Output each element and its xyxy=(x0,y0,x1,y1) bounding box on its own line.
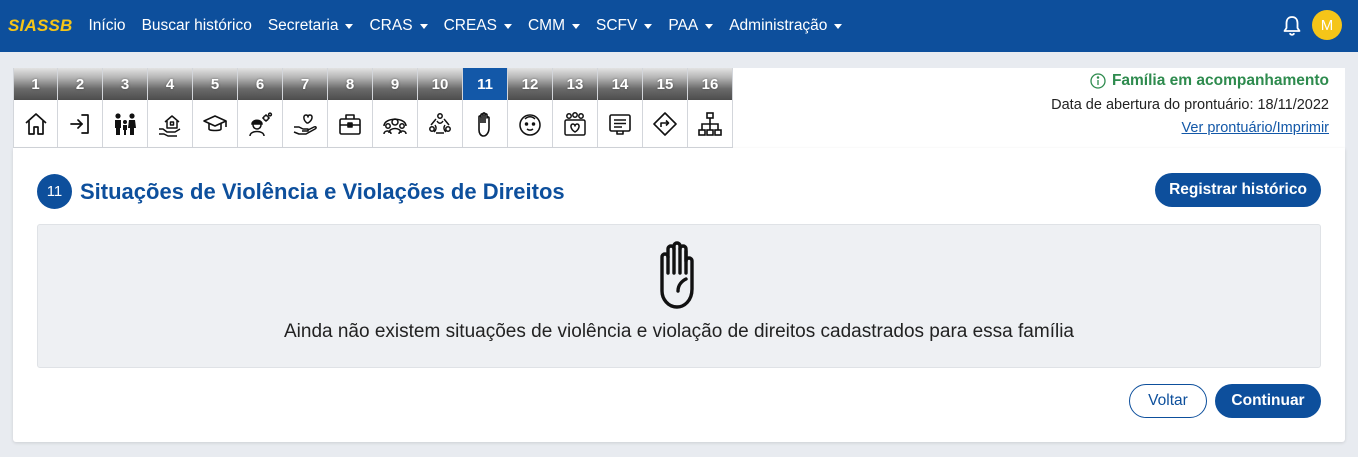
house-hand-icon xyxy=(148,100,192,148)
caret-down-icon xyxy=(419,24,428,29)
opening-date: Data de abertura do prontuário: 18/11/20… xyxy=(1051,97,1329,113)
step-tab-16[interactable]: 16 xyxy=(688,68,733,148)
empty-message: Ainda não existem situações de violência… xyxy=(283,321,1074,342)
login-icon xyxy=(58,100,102,148)
step-tab-8[interactable]: 8 xyxy=(328,68,373,148)
org-chart-icon xyxy=(688,100,732,148)
stop-hand-icon xyxy=(463,100,507,148)
register-history-button[interactable]: Registrar histórico xyxy=(1155,173,1321,207)
record-status: Família em acompanhamento Data de abertu… xyxy=(1051,72,1329,136)
nav-scfv[interactable]: SCFV xyxy=(596,17,653,35)
section-card: 11 Situações de Violência e Violações de… xyxy=(13,148,1345,442)
nav-label: PAA xyxy=(668,17,699,34)
step-number: 9 xyxy=(373,68,417,100)
step-number: 4 xyxy=(148,68,192,100)
child-face-icon xyxy=(508,100,552,148)
back-button[interactable]: Voltar xyxy=(1129,384,1207,418)
document-list-icon xyxy=(598,100,642,148)
step-tab-13[interactable]: 13 xyxy=(553,68,598,148)
caret-down-icon xyxy=(345,24,354,29)
step-tab-10[interactable]: 10 xyxy=(418,68,463,148)
top-navbar: SIASSB Início Buscar histórico Secretari… xyxy=(0,0,1358,52)
step-number: 2 xyxy=(58,68,102,100)
nav-label: CRAS xyxy=(369,17,413,34)
family-status: Família em acompanhamento xyxy=(1051,72,1329,90)
section-header: 11 Situações de Violência e Violações de… xyxy=(37,174,565,209)
caret-down-icon xyxy=(572,24,580,29)
caret-down-icon xyxy=(705,24,714,29)
nav-cras[interactable]: CRAS xyxy=(369,17,428,35)
heart-people-icon xyxy=(553,100,597,148)
nav-label: Secretaria xyxy=(267,17,339,34)
bell-icon[interactable] xyxy=(1282,13,1302,37)
step-number: 8 xyxy=(328,68,372,100)
nav-inicio[interactable]: Início xyxy=(89,17,126,35)
nav-secretaria[interactable]: Secretaria xyxy=(268,17,354,35)
family-icon xyxy=(103,100,147,148)
nav-label: Buscar histórico xyxy=(141,17,252,34)
briefcase-icon xyxy=(328,100,372,148)
step-tab-3[interactable]: 3 xyxy=(103,68,148,148)
step-tab-9[interactable]: 9 xyxy=(373,68,418,148)
step-number: 1 xyxy=(14,68,57,100)
step-number: 11 xyxy=(463,68,507,100)
page-title: Situações de Violência e Violações de Di… xyxy=(80,178,565,204)
recycle-people-icon xyxy=(418,100,462,148)
step-tab-6[interactable]: 6 xyxy=(238,68,283,148)
home-icon xyxy=(14,100,57,148)
step-tab-15[interactable]: 15 xyxy=(643,68,688,148)
step-number: 3 xyxy=(103,68,147,100)
step-tab-14[interactable]: 14 xyxy=(598,68,643,148)
empty-state: Ainda não existem situações de violência… xyxy=(37,224,1321,368)
family-status-label: Família em acompanhamento xyxy=(1111,72,1329,89)
people-group-icon xyxy=(373,100,417,148)
caret-down-icon xyxy=(503,24,512,29)
continue-button[interactable]: Continuar xyxy=(1215,384,1321,418)
nav-label: Administração xyxy=(729,17,828,34)
section-number-badge: 11 xyxy=(37,174,72,209)
nav-paa[interactable]: PAA xyxy=(668,17,714,35)
step-number: 16 xyxy=(688,68,732,100)
nav-cmm[interactable]: CMM xyxy=(528,17,580,35)
nav-buscar-historico[interactable]: Buscar histórico xyxy=(142,17,252,35)
step-tab-11[interactable]: 11 xyxy=(463,68,508,148)
nav-label: CREAS xyxy=(443,17,497,34)
nav-administracao[interactable]: Administração xyxy=(729,17,843,35)
step-tab-1[interactable]: 1 xyxy=(13,68,58,148)
step-tab-7[interactable]: 7 xyxy=(283,68,328,148)
nav-label: CMM xyxy=(527,17,565,34)
direction-sign-icon xyxy=(643,100,687,148)
caret-down-icon xyxy=(644,24,653,29)
record-header: 1 2 3 4 5 6 7 8 9 10 11 12 13 14 15 16 F… xyxy=(13,68,1345,148)
step-number: 15 xyxy=(643,68,687,100)
view-record-link[interactable]: Ver prontuário/Imprimir xyxy=(1051,120,1329,136)
step-number: 5 xyxy=(193,68,237,100)
step-number: 12 xyxy=(508,68,552,100)
step-tab-5[interactable]: 5 xyxy=(193,68,238,148)
caret-down-icon xyxy=(834,24,843,29)
user-avatar[interactable]: M xyxy=(1312,10,1342,40)
info-icon xyxy=(1090,73,1106,89)
step-tabs: 1 2 3 4 5 6 7 8 9 10 11 12 13 14 15 16 xyxy=(13,68,733,148)
step-number: 6 xyxy=(238,68,282,100)
brand-logo[interactable]: SIASSB xyxy=(8,16,73,36)
nav-creas[interactable]: CREAS xyxy=(444,17,512,35)
navbar-right: M xyxy=(1282,10,1342,40)
nav-label: Início xyxy=(88,17,126,34)
graduation-cap-icon xyxy=(193,100,237,148)
step-number: 7 xyxy=(283,68,327,100)
step-number: 14 xyxy=(598,68,642,100)
stop-hand-icon xyxy=(660,241,694,309)
hand-heart-icon xyxy=(283,100,327,148)
step-number: 10 xyxy=(418,68,462,100)
step-number: 13 xyxy=(553,68,597,100)
step-tab-4[interactable]: 4 xyxy=(148,68,193,148)
worker-gears-icon xyxy=(238,100,282,148)
nav-label: SCFV xyxy=(596,17,638,34)
step-tab-12[interactable]: 12 xyxy=(508,68,553,148)
step-tab-2[interactable]: 2 xyxy=(58,68,103,148)
